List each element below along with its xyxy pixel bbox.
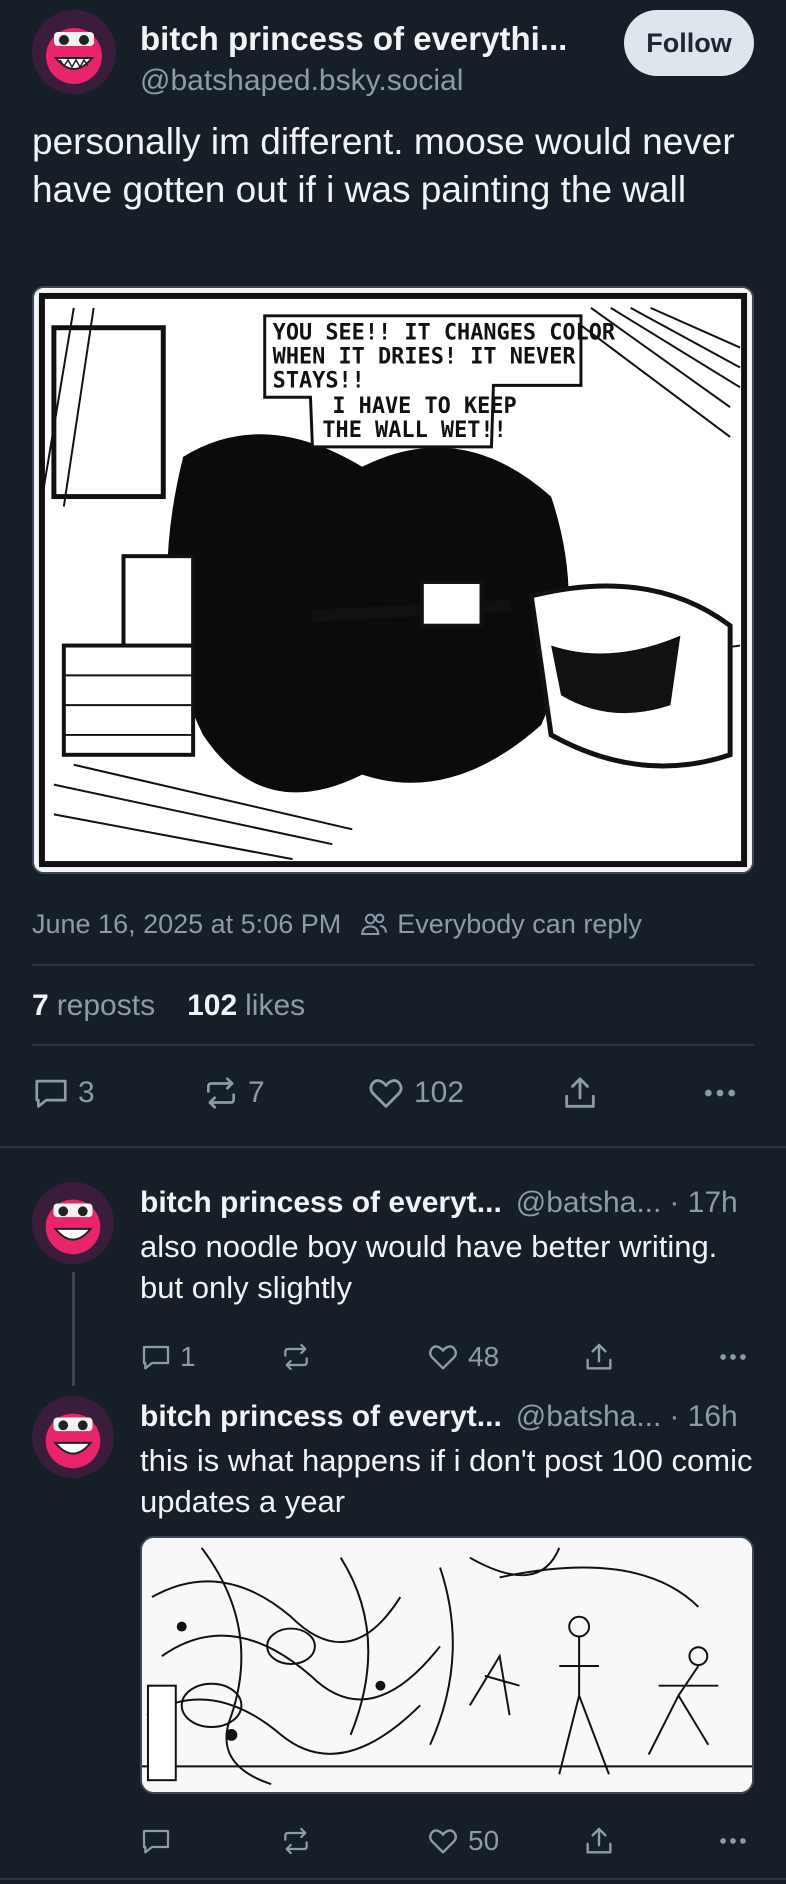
- avatar-image: [32, 1182, 114, 1264]
- post-meta-row: June 16, 2025 at 5:06 PM Everybody can r…: [32, 906, 754, 942]
- repost-button[interactable]: [280, 1816, 312, 1866]
- avatar-image: [32, 10, 116, 94]
- post-image[interactable]: YOU SEE!! IT CHANGES COLOR WHEN IT DRIES…: [32, 286, 754, 874]
- reposts-count[interactable]: 7: [32, 989, 49, 1023]
- reply-action-bar: 1 48: [140, 1332, 755, 1382]
- follow-button[interactable]: Follow: [624, 10, 754, 76]
- repost-count: 7: [248, 1076, 265, 1109]
- repost-button[interactable]: [280, 1332, 312, 1382]
- reposts-label[interactable]: reposts: [57, 989, 155, 1023]
- share-button[interactable]: [582, 1332, 616, 1382]
- reply-button[interactable]: [140, 1816, 180, 1866]
- more-options-button[interactable]: [714, 1816, 752, 1866]
- reply-setting-label: Everybody can reply: [397, 908, 642, 939]
- comic-caption-line-1: YOU SEE!! IT CHANGES COLOR: [273, 321, 616, 346]
- author-name[interactable]: bitch princess of everythi...: [140, 20, 640, 58]
- like-icon: [369, 1079, 403, 1108]
- like-icon: [428, 1345, 458, 1370]
- author-handle[interactable]: @batshaped.bsky.social: [140, 64, 463, 98]
- reply-count: 3: [78, 1076, 95, 1109]
- reply-author-handle[interactable]: @batsha...: [516, 1400, 662, 1434]
- post-action-bar: 3 7 102: [32, 1068, 754, 1118]
- share-button[interactable]: [560, 1068, 600, 1118]
- divider: [0, 1878, 786, 1880]
- more-options-button[interactable]: [714, 1332, 752, 1382]
- comic-caption-line-5: THE WALL WET!!: [322, 418, 506, 443]
- share-icon: [586, 1343, 612, 1370]
- share-button[interactable]: [582, 1816, 616, 1866]
- avatar-image: [32, 1396, 114, 1478]
- main-post-header: bitch princess of everythi... @batshaped…: [32, 10, 754, 97]
- reply-avatar[interactable]: [32, 1182, 114, 1264]
- reply-author-name[interactable]: bitch princess of everyt...: [140, 1186, 502, 1220]
- reply-item[interactable]: bitch princess of everyt... @batsha... ·…: [0, 1396, 786, 1870]
- comic-caption-line-3: STAYS!!: [273, 368, 365, 393]
- divider: [0, 1146, 786, 1148]
- reply-button[interactable]: 1: [140, 1332, 196, 1382]
- repost-icon: [284, 1343, 308, 1371]
- like-button[interactable]: 102: [366, 1068, 464, 1118]
- like-count: 50: [468, 1825, 500, 1856]
- like-icon: [428, 1829, 458, 1854]
- reply-icon: [142, 1829, 170, 1854]
- reply-item[interactable]: bitch princess of everyt... @batsha... ·…: [0, 1182, 786, 1392]
- reply-avatar[interactable]: [32, 1396, 114, 1478]
- post-text: personally im different. moose would nev…: [32, 121, 735, 210]
- share-icon: [565, 1077, 595, 1108]
- author-avatar[interactable]: [32, 10, 116, 94]
- comic-strip-illustration: [142, 1538, 752, 1792]
- engagement-stats: 7 reposts 102 likes: [32, 986, 337, 1026]
- like-count: 48: [468, 1341, 500, 1372]
- like-count: 102: [414, 1076, 465, 1109]
- reply-text: also noodle boy would have better writin…: [140, 1229, 718, 1305]
- more-options-button[interactable]: [698, 1068, 742, 1118]
- reply-count: 1: [180, 1341, 196, 1372]
- reply-icon: [35, 1079, 67, 1108]
- divider: [32, 964, 754, 966]
- reply-author-name[interactable]: bitch princess of everyt...: [140, 1400, 502, 1434]
- reply-header: bitch princess of everyt... @batsha... ·…: [140, 1400, 755, 1434]
- comic-caption-line-4: I HAVE TO KEEP: [332, 394, 516, 419]
- post-thread-page: bitch princess of everythi... @batshaped…: [0, 0, 786, 1884]
- reply-time[interactable]: · 16h: [669, 1400, 737, 1434]
- repost-icon: [284, 1827, 308, 1855]
- post-timestamp[interactable]: June 16, 2025 at 5:06 PM: [32, 909, 341, 940]
- reply-button[interactable]: 3: [32, 1068, 95, 1118]
- thread-line: [72, 1272, 75, 1386]
- reply-icon: [142, 1345, 170, 1370]
- likes-label[interactable]: likes: [245, 989, 305, 1023]
- reply-header: bitch princess of everyt... @batsha... ·…: [140, 1186, 755, 1220]
- reply-time[interactable]: · 17h: [669, 1186, 737, 1220]
- people-icon: [361, 913, 388, 935]
- divider: [32, 1044, 754, 1046]
- like-button[interactable]: 48: [426, 1332, 499, 1382]
- comic-caption-line-2: WHEN IT DRIES! IT NEVER: [273, 344, 577, 369]
- likes-count[interactable]: 102: [187, 989, 237, 1023]
- more-icon: [705, 1089, 735, 1097]
- reply-text: this is what happens if i don't post 100…: [140, 1443, 753, 1519]
- more-icon: [720, 1838, 746, 1844]
- like-button[interactable]: 50: [426, 1816, 499, 1866]
- more-icon: [720, 1354, 746, 1360]
- reply-author-handle[interactable]: @batsha...: [516, 1186, 662, 1220]
- comic-panel-illustration: YOU SEE!! IT CHANGES COLOR WHEN IT DRIES…: [34, 288, 752, 872]
- reply-image[interactable]: [140, 1536, 754, 1794]
- share-icon: [586, 1827, 612, 1854]
- reply-action-bar: 50: [140, 1816, 755, 1866]
- repost-icon: [206, 1077, 236, 1109]
- repost-button[interactable]: 7: [202, 1068, 265, 1118]
